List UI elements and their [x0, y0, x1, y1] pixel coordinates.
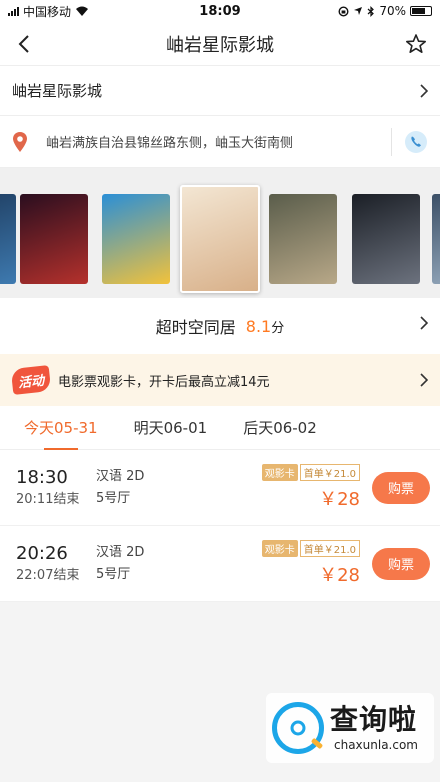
tab-date-after-tomorrow[interactable]: 后天06-02 — [243, 406, 317, 450]
chevron-right-icon — [420, 83, 428, 98]
battery-percent: 70% — [379, 4, 406, 18]
showtime-price-block: 观影卡 首单￥21.0 ￥28 — [261, 540, 360, 587]
tab-date-tomorrow[interactable]: 明天06-01 — [134, 406, 208, 450]
showtime-hall: 5号厅 — [96, 490, 131, 506]
poster-7[interactable] — [432, 194, 440, 284]
poster-1[interactable] — [0, 194, 16, 284]
signal-icon — [8, 6, 19, 16]
showtime-language: 汉语 2D — [96, 544, 145, 560]
watermark-text: 查询啦 — [330, 703, 418, 736]
showtime-price: ￥28 — [319, 565, 360, 586]
showtime-hall-info: 汉语 2D 5号厅 — [96, 466, 262, 510]
showtime-row[interactable]: 18:30 20:11结束 汉语 2D 5号厅 观影卡 首单￥21.0 ￥28 … — [0, 450, 440, 526]
carrier-label: 中国移动 — [23, 4, 72, 19]
poster-6[interactable] — [352, 194, 420, 284]
showtime-language: 汉语 2D — [96, 468, 145, 484]
showtime-start: 20:26 — [16, 542, 68, 564]
poster-4[interactable] — [180, 185, 260, 293]
promo-badge: 活动 — [10, 365, 52, 395]
status-bar: 中国移动 18:09 70% — [0, 0, 440, 22]
cinema-address: 岫岩满族自治县锦丝路东侧，岫玉大街南侧 — [46, 136, 294, 151]
movie-score: 8.1分 — [246, 317, 284, 336]
movie-info-row[interactable]: 超时空同居 8.1分 — [0, 298, 440, 354]
date-tabs: 今天05-31 明天06-01 后天06-02 — [0, 406, 440, 450]
cinema-detail-row[interactable]: 岫岩星际影城 — [0, 66, 440, 116]
first-order-tag: 首单￥21.0 — [299, 464, 360, 481]
score-value: 8.1 — [245, 316, 272, 336]
price-tags: 观影卡 首单￥21.0 — [261, 464, 360, 481]
promo-text: 电影票观影卡，开卡后最高立减14元 — [58, 374, 270, 390]
phone-icon[interactable] — [404, 130, 428, 154]
watermark: 查询啦 chaxunla.com — [266, 693, 434, 763]
showtime-row[interactable]: 20:26 22:07结束 汉语 2D 5号厅 观影卡 首单￥21.0 ￥28 … — [0, 526, 440, 602]
watermark-logo-icon — [272, 702, 324, 754]
poster-carousel[interactable] — [0, 168, 440, 298]
showtime-hall: 5号厅 — [96, 566, 131, 582]
first-order-tag: 首单￥21.0 — [299, 540, 360, 557]
buy-ticket-button[interactable]: 购票 — [372, 471, 430, 504]
price-tags: 观影卡 首单￥21.0 — [261, 540, 360, 557]
showtime-price: ￥28 — [319, 489, 360, 510]
chevron-right-icon — [420, 316, 428, 330]
star-outline-icon — [406, 33, 426, 53]
battery-icon — [409, 6, 432, 16]
showtime-list: 18:30 20:11结束 汉语 2D 5号厅 观影卡 首单￥21.0 ￥28 … — [0, 450, 440, 602]
chevron-left-icon — [18, 34, 29, 53]
cinema-name: 岫岩星际影城 — [12, 82, 103, 100]
showtime-times: 20:26 22:07结束 — [16, 542, 96, 586]
showtime-end: 22:07结束 — [16, 567, 80, 583]
showtime-hall-info: 汉语 2D 5号厅 — [96, 542, 262, 586]
movie-title: 超时空同居 — [155, 318, 236, 337]
buy-ticket-button[interactable]: 购票 — [372, 547, 430, 580]
showtime-start: 18:30 — [16, 466, 68, 488]
chevron-right-icon — [420, 373, 428, 387]
showtime-price-block: 观影卡 首单￥21.0 ￥28 — [261, 464, 360, 511]
watermark-url: chaxunla.com — [334, 738, 418, 752]
card-tag: 观影卡 — [261, 464, 298, 481]
card-tag: 观影卡 — [261, 540, 298, 557]
address-divider — [391, 127, 392, 156]
lock-rotation-icon — [338, 5, 349, 17]
map-pin-icon — [13, 131, 27, 152]
poster-3[interactable] — [102, 194, 170, 284]
score-unit: 分 — [271, 320, 285, 336]
clock: 18:09 — [199, 3, 241, 19]
location-arrow-icon — [354, 7, 363, 15]
back-button[interactable] — [10, 30, 38, 58]
page-title: 岫岩星际影城 — [166, 34, 274, 56]
favorite-button[interactable] — [402, 30, 430, 58]
poster-5[interactable] — [269, 194, 337, 284]
poster-2[interactable] — [20, 194, 88, 284]
nav-bar: 岫岩星际影城 — [0, 22, 440, 66]
showtime-times: 18:30 20:11结束 — [16, 466, 96, 510]
tab-date-today[interactable]: 今天05-31 — [24, 406, 98, 450]
wifi-icon — [76, 6, 89, 16]
bluetooth-icon — [367, 5, 375, 17]
promo-banner[interactable]: 活动 电影票观影卡，开卡后最高立减14元 — [0, 354, 440, 406]
address-row: 岫岩满族自治县锦丝路东侧，岫玉大街南侧 — [0, 116, 440, 168]
showtime-end: 20:11结束 — [16, 491, 80, 507]
